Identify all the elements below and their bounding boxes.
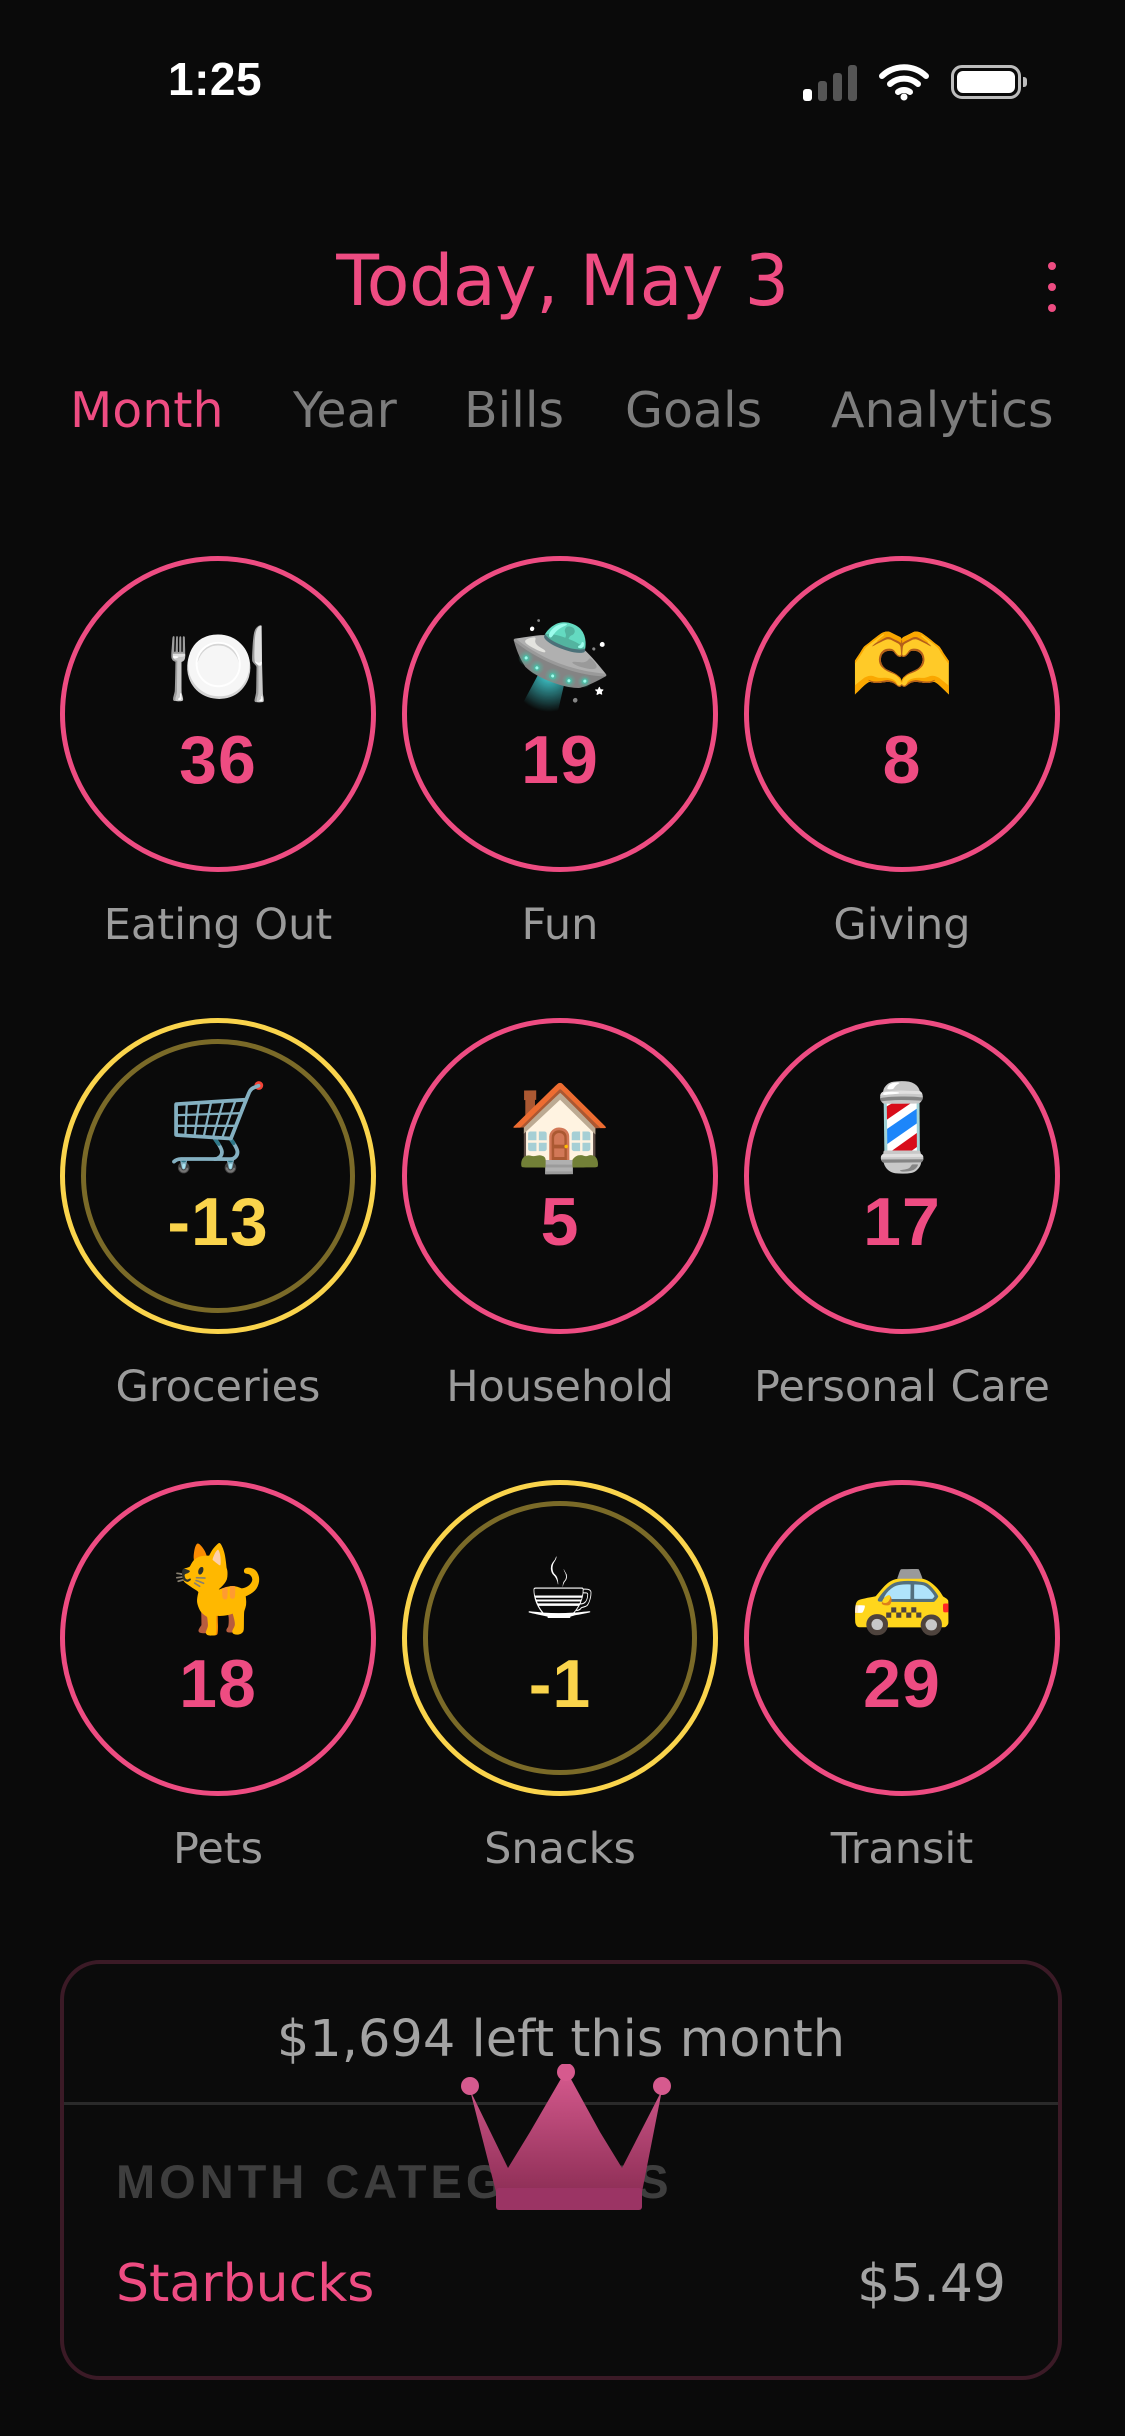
page-title: Today, May 3 (336, 240, 789, 322)
category-fun: 🛸 19 Fun (400, 556, 720, 976)
category-amount: -13 (167, 1184, 269, 1260)
ufo-icon: 🛸 (507, 616, 613, 714)
status-icons (803, 60, 1027, 104)
category-ring[interactable]: 🛸 19 (402, 556, 718, 872)
house-icon: 🏠 (507, 1078, 613, 1176)
category-ring[interactable]: 🍽️ 36 (60, 556, 376, 872)
category-label: Household (446, 1362, 674, 1412)
coffee-icon: ☕ (522, 1540, 598, 1638)
category-amount: 17 (863, 1184, 941, 1260)
category-label: Fun (521, 900, 599, 950)
status-time: 1:25 (168, 53, 263, 105)
category-ring[interactable]: 🫶 8 (744, 556, 1060, 872)
category-amount: 18 (179, 1646, 257, 1722)
category-giving: 🫶 8 Giving (742, 556, 1062, 976)
category-ring[interactable]: 🐈 18 (60, 1480, 376, 1796)
cellular-signal-icon (803, 63, 857, 101)
taxi-icon: 🚕 (849, 1540, 955, 1638)
category-amount: 29 (863, 1646, 941, 1722)
category-ring[interactable]: 💈 17 (744, 1018, 1060, 1334)
category-snacks: ☕ -1 Snacks (400, 1480, 720, 1900)
category-amount: 8 (882, 722, 922, 798)
category-label: Giving (833, 900, 971, 950)
shopping-cart-icon: 🛒 (165, 1078, 271, 1176)
category-eating-out: 🍽️ 36 Eating Out (58, 556, 378, 976)
category-ring[interactable]: 🚕 29 (744, 1480, 1060, 1796)
category-ring[interactable]: 🏠 5 (402, 1018, 718, 1334)
category-transit: 🚕 29 Transit (742, 1480, 1062, 1900)
plate-icon: 🍽️ (165, 616, 271, 714)
category-amount: 5 (540, 1184, 580, 1260)
battery-icon (951, 65, 1027, 99)
more-vertical-icon[interactable] (1037, 262, 1067, 312)
category-ring[interactable]: ☕ -1 (402, 1480, 718, 1796)
wifi-icon (879, 64, 929, 101)
category-label: Groceries (115, 1362, 321, 1412)
tab-bills[interactable]: Bills (464, 382, 564, 439)
tab-goals[interactable]: Goals (625, 382, 762, 439)
category-personal-care: 💈 17 Personal Care (742, 1018, 1062, 1438)
category-label: Personal Care (753, 1362, 1051, 1412)
category-amount: -1 (528, 1646, 592, 1722)
tab-year[interactable]: Year (293, 382, 397, 439)
category-pets: 🐈 18 Pets (58, 1480, 378, 1900)
transaction-name: Starbucks (116, 2254, 375, 2314)
category-label: Pets (172, 1824, 264, 1874)
category-amount: 19 (521, 722, 599, 798)
category-label: Snacks (484, 1824, 636, 1874)
status-bar: 1:25 (0, 0, 1125, 150)
category-amount: 36 (179, 722, 257, 798)
heart-hands-icon: 🫶 (849, 616, 955, 714)
category-label: Eating Out (103, 900, 333, 950)
tab-analytics[interactable]: Analytics (831, 382, 1054, 439)
crown-icon (461, 2064, 671, 2210)
tab-month[interactable]: Month (70, 382, 224, 439)
category-groceries: 🛒 -13 Groceries (58, 1018, 378, 1438)
summary-card[interactable]: $1,694 left this month MONTH CATEGORIES … (60, 1960, 1062, 2380)
barber-pole-icon: 💈 (849, 1078, 955, 1176)
cat-icon: 🐈 (165, 1540, 271, 1638)
category-household: 🏠 5 Household (400, 1018, 720, 1438)
remaining-budget-text: $1,694 left this month (276, 2010, 846, 2069)
category-label: Transit (830, 1824, 974, 1874)
category-ring[interactable]: 🛒 -13 (60, 1018, 376, 1334)
transaction-row[interactable]: Starbucks $5.49 (116, 2254, 1006, 2324)
transaction-amount: $5.49 (857, 2254, 1006, 2314)
